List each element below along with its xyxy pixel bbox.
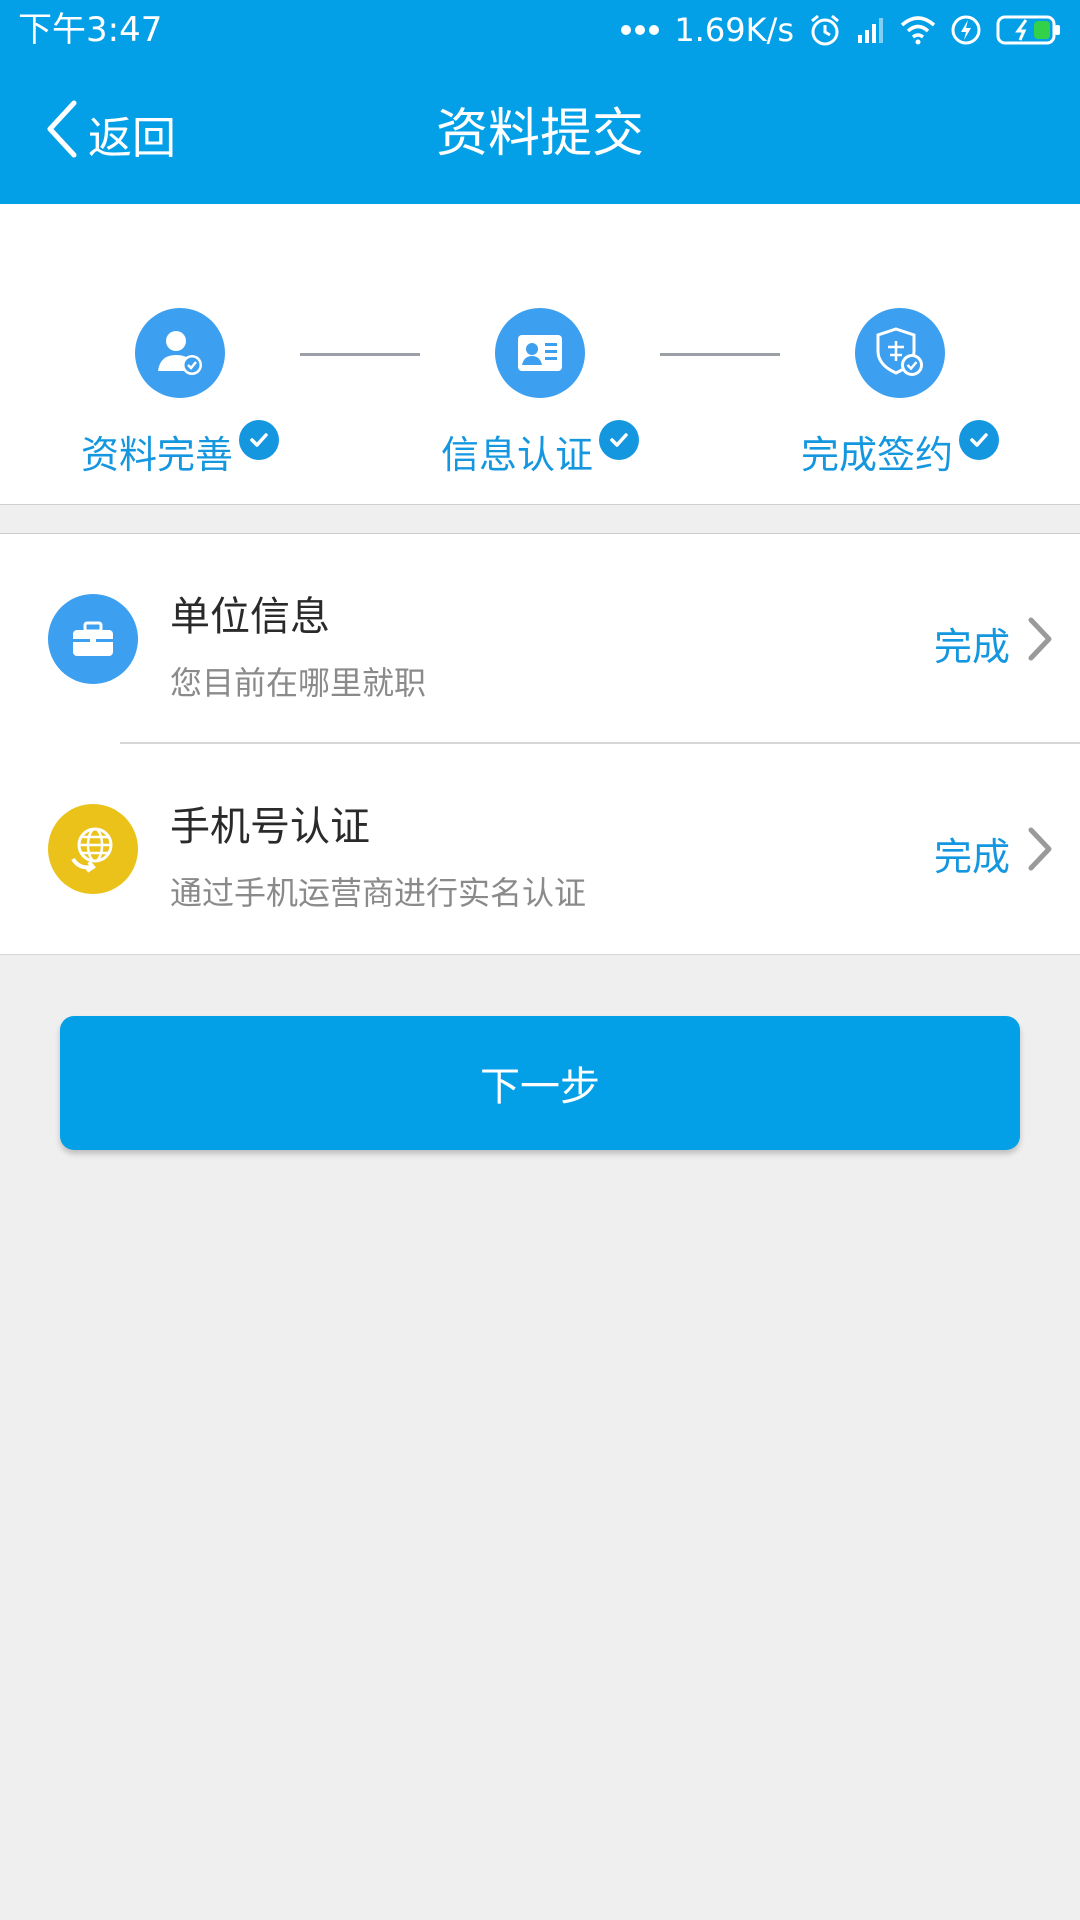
step-label-row: 资料完善 <box>80 419 279 479</box>
top-bar: 下午3:47 1.69K/s 返回 资料提交 <box>0 0 1080 204</box>
step-3: 完成签约 <box>780 308 1020 479</box>
check-circle-icon <box>599 419 639 460</box>
network-speed: 1.69K/s <box>674 11 794 49</box>
step-label: 资料完善 <box>80 433 233 477</box>
next-step-button[interactable]: 下一步 <box>60 1016 1020 1150</box>
check-circle-icon <box>239 419 279 460</box>
nav-bar: 返回 资料提交 <box>0 64 1080 204</box>
item-status: 完成 <box>933 625 1010 669</box>
back-button[interactable]: 返回 <box>44 98 176 170</box>
step-label-row: 完成签约 <box>800 419 999 479</box>
status-time: 下午3:47 <box>18 10 163 50</box>
chevron-right-icon <box>1026 826 1054 876</box>
item-subtitle: 您目前在哪里就职 <box>170 664 427 702</box>
list-item-company-info[interactable]: 单位信息 您目前在哪里就职 完成 <box>0 534 1080 744</box>
step-label-row: 信息认证 <box>440 419 639 479</box>
status-indicators: 1.69K/s <box>620 8 1062 52</box>
step-label: 完成签约 <box>800 433 953 477</box>
battery-icon <box>996 14 1062 46</box>
item-status: 完成 <box>933 835 1010 879</box>
chevron-right-icon <box>1026 616 1054 666</box>
id-card-icon <box>495 308 585 398</box>
list-item-phone-verification[interactable]: 手机号认证 通过手机运营商进行实名认证 完成 <box>0 744 1080 954</box>
item-subtitle: 通过手机运营商进行实名认证 <box>170 874 587 912</box>
chevron-left-icon <box>44 100 78 169</box>
more-dots-icon <box>620 24 660 36</box>
status-bar: 下午3:47 1.69K/s <box>0 0 1080 64</box>
signal-icon <box>856 15 886 45</box>
step-1: 资料完善 <box>60 308 300 479</box>
section-divider <box>0 504 1080 534</box>
step-connector <box>300 353 420 356</box>
briefcase-icon <box>48 594 138 684</box>
item-title: 单位信息 <box>170 594 330 640</box>
step-label: 信息认证 <box>440 433 593 477</box>
step-connector <box>660 353 780 356</box>
charging-icon <box>950 14 982 46</box>
step-2: 信息认证 <box>420 308 660 479</box>
info-list: 单位信息 您目前在哪里就职 完成 手机号认证 通过手机运营商进行实名认证 完成 <box>0 534 1080 955</box>
item-title: 手机号认证 <box>170 804 370 850</box>
shield-certificate-icon <box>855 308 945 398</box>
user-check-icon <box>135 308 225 398</box>
back-label: 返回 <box>88 113 176 164</box>
alarm-icon <box>808 13 842 47</box>
globe-sync-icon <box>48 804 138 894</box>
wifi-icon <box>900 15 936 45</box>
progress-steps: 资料完善 信息认证 完成签约 <box>0 204 1080 504</box>
check-circle-icon <box>959 419 999 460</box>
